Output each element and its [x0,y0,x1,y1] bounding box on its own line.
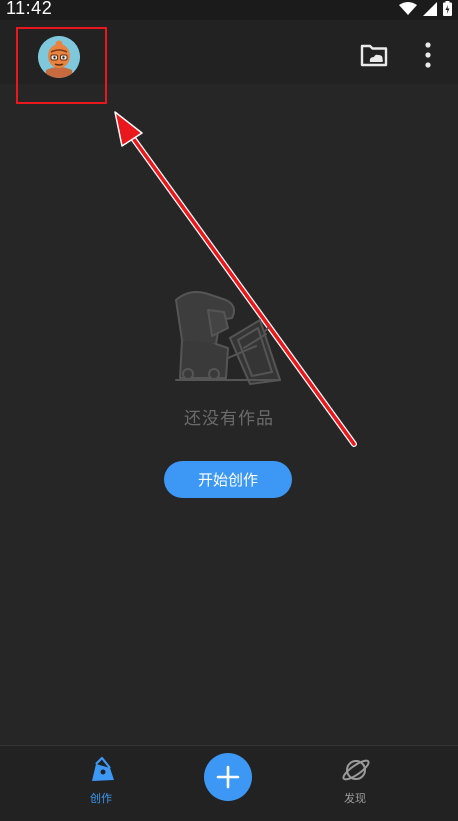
plus-icon [216,765,240,789]
battery-icon [443,1,452,16]
annotation-highlight-box [16,27,107,104]
empty-state-message: 还没有作品 [184,409,274,429]
start-creating-button[interactable]: 开始创作 [164,461,292,498]
nav-item-create[interactable]: 创作 [56,746,146,821]
empty-state-illustration [175,291,281,385]
pen-icon [92,756,114,781]
status-icons [399,1,452,16]
wifi-icon [399,1,417,15]
planet-icon [342,759,370,781]
nav-item-create-label: 创作 [90,792,112,805]
status-bar: 11:42 [0,0,458,20]
cloud-folder-icon[interactable] [360,41,388,69]
signal-icon [423,1,437,16]
nav-item-discover[interactable]: 发现 [310,746,400,821]
nav-item-discover-label: 发现 [344,792,366,805]
more-vertical-icon[interactable] [418,41,438,69]
status-time: 11:42 [6,0,53,18]
add-new-fab[interactable] [204,753,252,801]
